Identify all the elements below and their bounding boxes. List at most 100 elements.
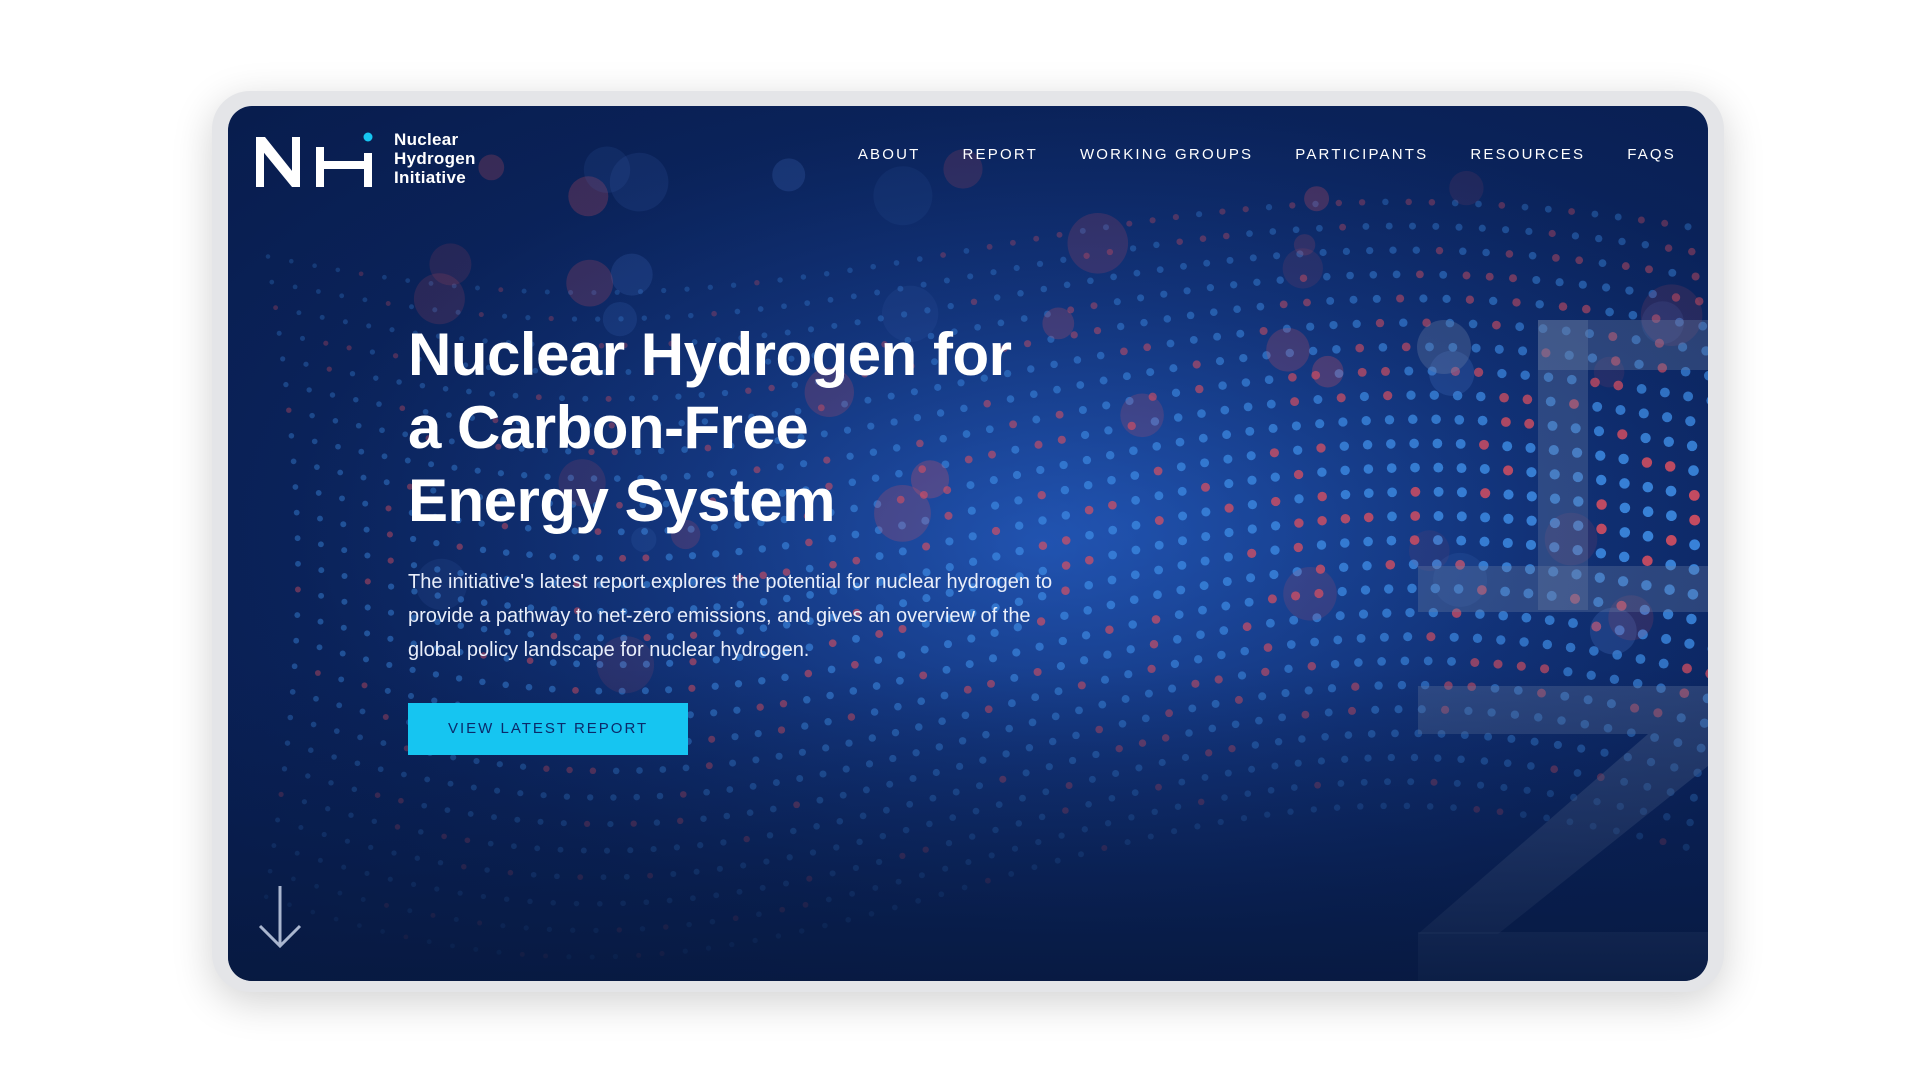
particle-dot (1619, 527, 1631, 538)
particle-dot (1521, 612, 1532, 623)
particle-dot (1266, 399, 1276, 409)
particle-dot (1224, 527, 1234, 538)
particle-dot (1575, 256, 1584, 265)
particle-dot (311, 438, 318, 445)
particle-dot (405, 278, 411, 283)
particle-dot (1477, 415, 1488, 426)
particle-dot (1171, 388, 1181, 397)
particle-dot (1664, 461, 1676, 472)
particle-dot (392, 353, 399, 359)
particle-dot (1528, 251, 1537, 260)
particle-dot (1591, 210, 1599, 218)
nav-item-report[interactable]: REPORT (963, 146, 1038, 163)
particle-dot (362, 656, 370, 663)
particle-dot (1423, 656, 1433, 666)
particle-dot (1096, 351, 1105, 360)
particle-dot (1172, 214, 1179, 221)
particle-dot (1289, 202, 1296, 209)
particle-dot (1133, 269, 1141, 277)
particle-dot (1176, 238, 1183, 245)
particle-dot (1619, 502, 1631, 514)
site-logo[interactable]: Nuclear Hydrogen Initiative (256, 130, 476, 187)
particle-dot (1498, 610, 1508, 621)
particle-dot (292, 284, 298, 290)
particle-dot (337, 469, 344, 476)
particle-dot (1377, 657, 1386, 666)
particle-dot (800, 274, 807, 280)
particle-dot (1358, 199, 1366, 206)
particle-dot (1316, 540, 1327, 550)
particle-dot (1636, 384, 1647, 394)
particle-dot (265, 254, 271, 259)
particle-dot (1404, 366, 1414, 376)
particle-dot (323, 340, 329, 346)
particle-dot (1407, 583, 1417, 594)
particle-dot (1386, 439, 1396, 449)
particle-dot (1140, 318, 1148, 327)
particle-dot (1340, 489, 1351, 500)
particle-dot (1505, 250, 1514, 258)
particle-dot (283, 381, 289, 388)
particle-dot (1619, 478, 1630, 489)
particle-dot (1326, 296, 1335, 305)
particle-dot (1316, 443, 1326, 453)
particle-dot (1265, 204, 1273, 211)
particle-dot (1153, 241, 1160, 249)
particle-dot (1383, 390, 1393, 401)
particle-dot (1240, 646, 1249, 656)
view-latest-report-button[interactable]: VIEW LATEST REPORT (408, 703, 689, 755)
particle-dot (1378, 342, 1388, 352)
particle-dot (1306, 322, 1315, 331)
hero-title: Nuclear Hydrogen for a Carbon-Free Energ… (408, 318, 1068, 537)
particle-dot (1509, 274, 1517, 283)
particle-dot (993, 294, 1001, 301)
particle-dot (1269, 228, 1277, 235)
particle-dot (1329, 320, 1338, 330)
particle-dot (1379, 632, 1389, 642)
particle-dot (1432, 222, 1440, 230)
particle-dot (318, 592, 325, 599)
particle-dot (777, 277, 783, 283)
particle-dot (1665, 485, 1677, 497)
particle-dot (1447, 656, 1456, 666)
particle-dot (478, 311, 484, 318)
particle-dot (970, 298, 978, 306)
particle-dot (1209, 308, 1218, 317)
particle-dot (1173, 635, 1182, 644)
particle-dot (1293, 469, 1304, 480)
particle-dot (1666, 510, 1677, 522)
nav-item-resources[interactable]: RESOURCES (1470, 146, 1585, 163)
particle-dot (730, 282, 737, 288)
particle-dot (1500, 417, 1511, 427)
particle-dot (1433, 486, 1444, 497)
particle-dot (329, 392, 336, 398)
particle-dot (1663, 436, 1674, 447)
particle-dot (1544, 205, 1552, 213)
particle-dot (1618, 551, 1630, 563)
particle-dot (1128, 620, 1137, 629)
particle-dot (544, 289, 550, 295)
nav-item-working-groups[interactable]: WORKING GROUPS (1080, 146, 1253, 163)
particle-dot (306, 387, 312, 393)
particle-dot (1246, 230, 1253, 237)
particle-dot (341, 547, 348, 554)
nav-item-about[interactable]: ABOUT (858, 146, 921, 163)
bokeh-blob (1408, 530, 1450, 572)
particle-dot (369, 349, 376, 355)
particle-dot (1593, 426, 1605, 437)
particle-dot (1688, 490, 1700, 501)
particle-dot (1103, 650, 1112, 659)
particle-dot (1107, 475, 1116, 485)
particle-dot (366, 323, 372, 329)
nav-item-participants[interactable]: PARTICIPANTS (1295, 146, 1428, 163)
particle-dot (1596, 523, 1607, 535)
particle-dot (1174, 610, 1184, 619)
particle-dot (1173, 413, 1183, 422)
logo-line-3: Initiative (394, 168, 466, 187)
particle-dot (1131, 520, 1141, 530)
particle-dot (335, 443, 341, 450)
nav-item-faqs[interactable]: FAQS (1627, 146, 1676, 163)
hero-title-line-2: a Carbon-Free (408, 394, 809, 461)
arrow-down-icon[interactable] (256, 884, 304, 950)
particle-dot (1659, 387, 1670, 398)
